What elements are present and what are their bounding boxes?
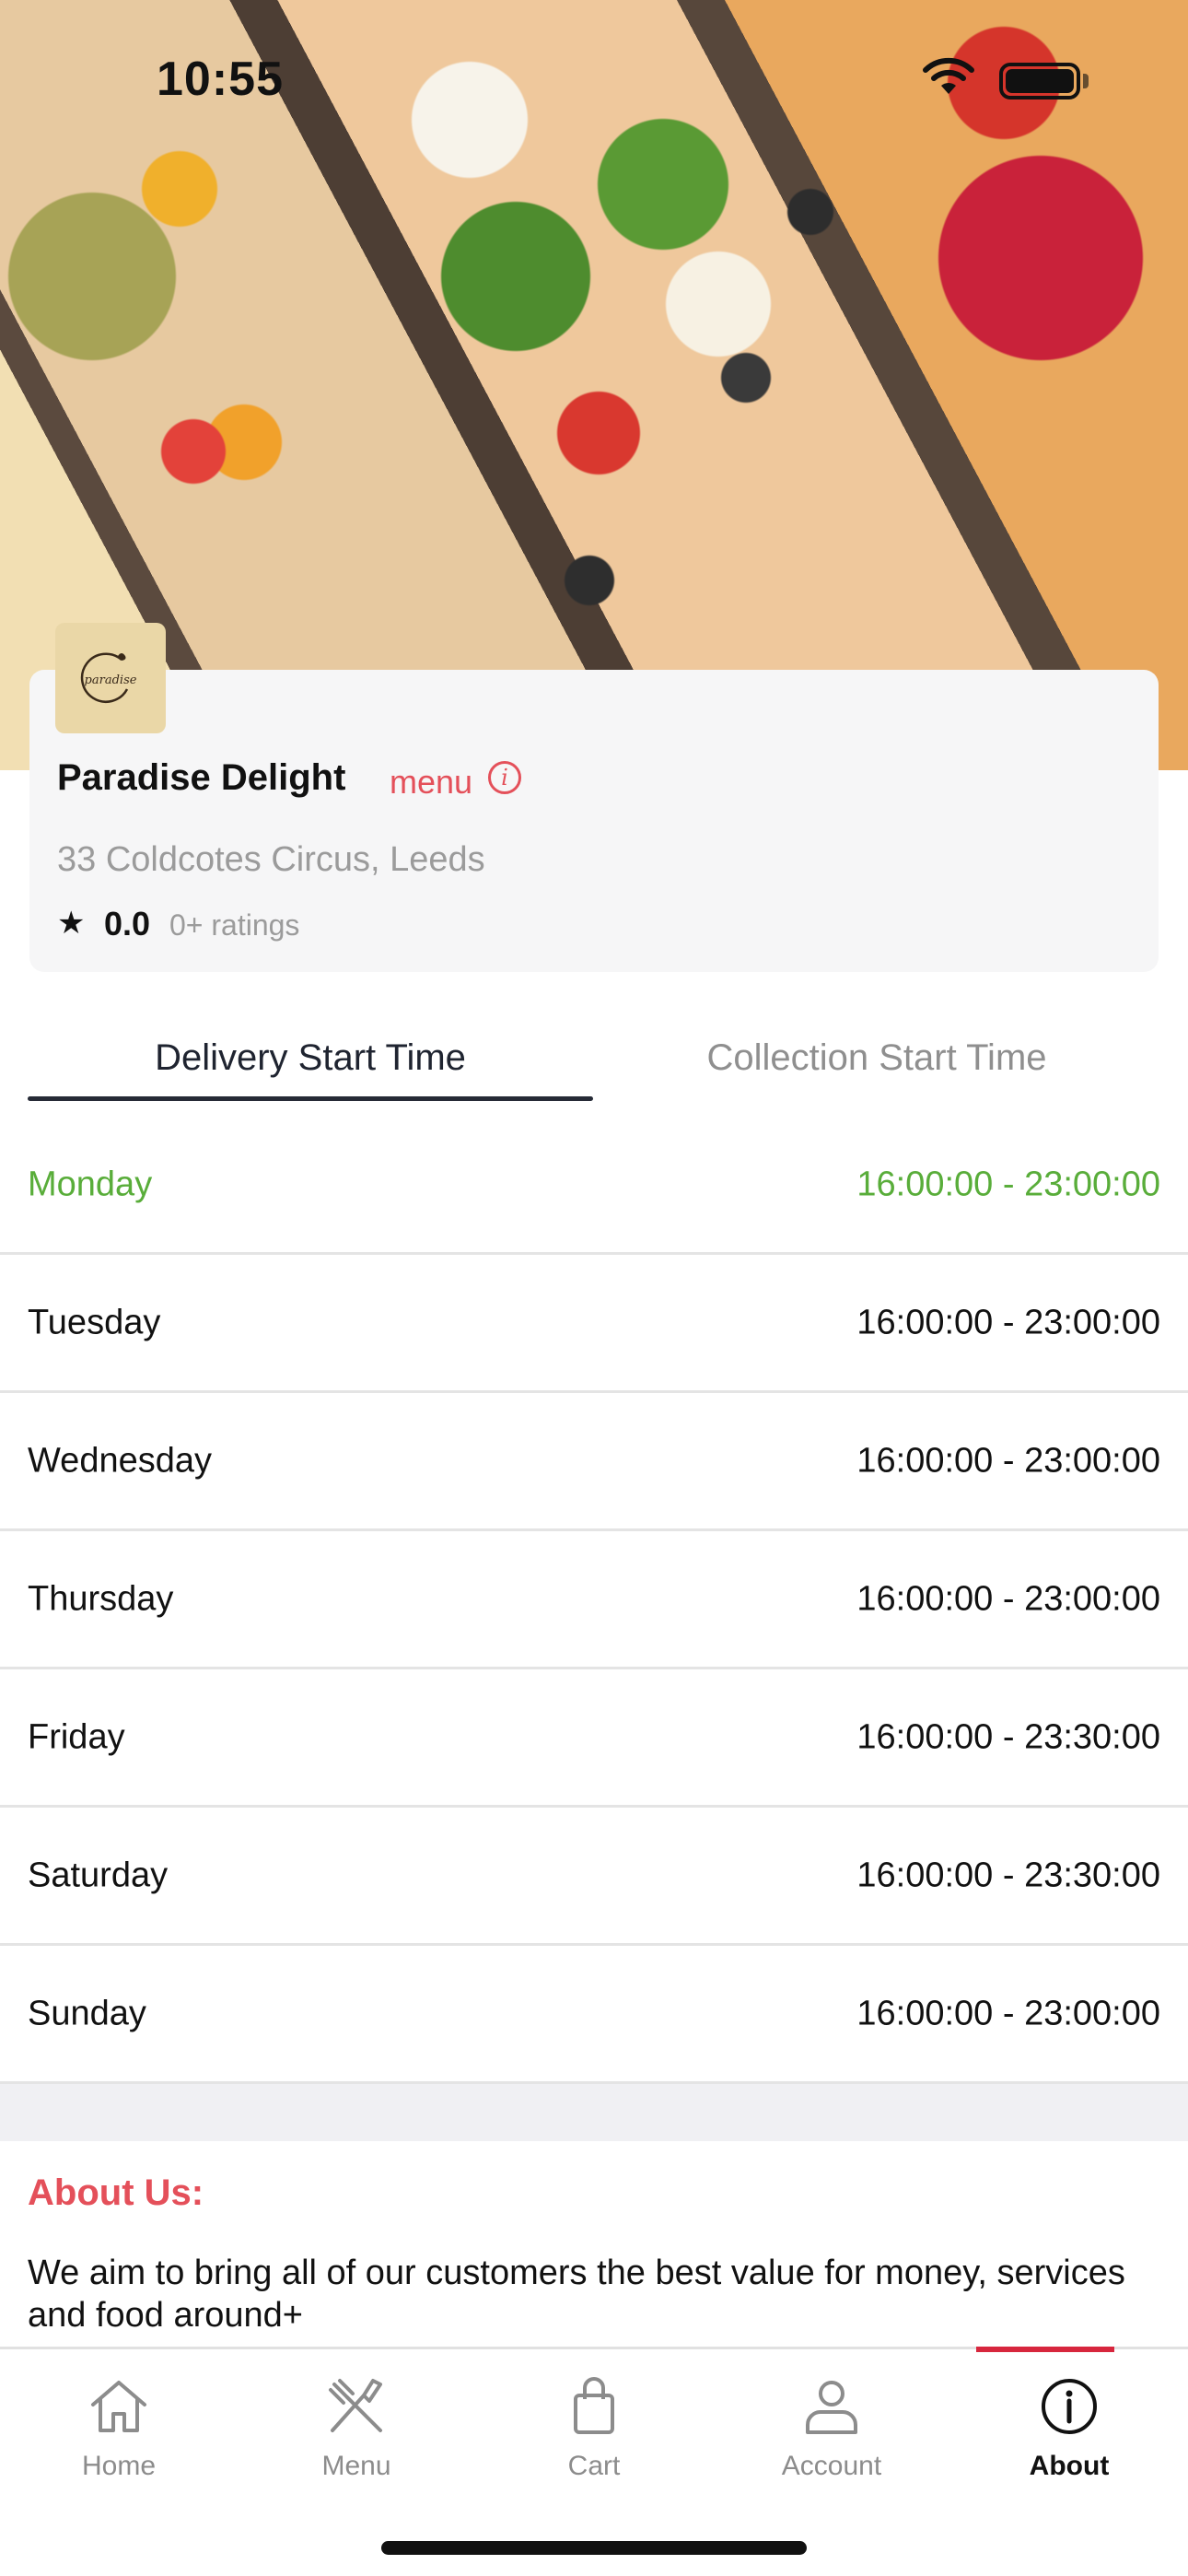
schedule-row-wednesday: Wednesday 16:00:00 - 23:00:00 bbox=[0, 1393, 1188, 1531]
battery-icon bbox=[999, 63, 1080, 100]
menu-link[interactable]: menu bbox=[390, 763, 472, 802]
schedule-row-tuesday: Tuesday 16:00:00 - 23:00:00 bbox=[0, 1255, 1188, 1393]
tab-delivery-start-time[interactable]: Delivery Start Time bbox=[28, 1037, 593, 1079]
day-hours: 16:00:00 - 23:00:00 bbox=[856, 1303, 1160, 1341]
day-hours: 16:00:00 - 23:30:00 bbox=[856, 1856, 1160, 1894]
nav-about[interactable]: About bbox=[950, 2347, 1188, 2497]
tab-collection-start-time[interactable]: Collection Start Time bbox=[594, 1037, 1159, 1079]
wifi-icon bbox=[923, 57, 974, 94]
restaurant-name: Paradise Delight bbox=[57, 757, 346, 798]
day-name: Sunday bbox=[28, 1994, 146, 2032]
nav-label: Menu bbox=[321, 2451, 391, 2481]
fork-knife-icon bbox=[329, 2379, 382, 2432]
schedule-row-monday: Monday 16:00:00 - 23:00:00 bbox=[0, 1117, 1188, 1255]
opening-hours-list: Monday 16:00:00 - 23:00:00 Tuesday 16:00… bbox=[0, 1117, 1188, 2084]
restaurant-address: 33 Coldcotes Circus, Leeds bbox=[57, 840, 485, 879]
rating-count: 0+ ratings bbox=[169, 908, 300, 942]
star-icon: ★ bbox=[57, 906, 86, 941]
status-time: 10:55 bbox=[157, 53, 284, 106]
nav-menu[interactable]: Menu bbox=[238, 2349, 475, 2497]
day-name: Monday bbox=[28, 1165, 153, 1203]
home-indicator[interactable] bbox=[381, 2541, 807, 2555]
nav-account[interactable]: Account bbox=[713, 2349, 950, 2497]
schedule-row-sunday: Sunday 16:00:00 - 23:00:00 bbox=[0, 1946, 1188, 2084]
info-icon[interactable]: i bbox=[488, 761, 521, 794]
day-hours: 16:00:00 - 23:30:00 bbox=[856, 1717, 1160, 1756]
restaurant-logo-mark: paradise bbox=[80, 652, 137, 703]
schedule-row-thursday: Thursday 16:00:00 - 23:00:00 bbox=[0, 1531, 1188, 1669]
day-name: Wednesday bbox=[28, 1441, 212, 1480]
home-icon bbox=[91, 2381, 146, 2432]
day-hours: 16:00:00 - 23:00:00 bbox=[856, 1165, 1160, 1203]
day-hours: 16:00:00 - 23:00:00 bbox=[856, 1994, 1160, 2032]
day-hours: 16:00:00 - 23:00:00 bbox=[856, 1441, 1160, 1480]
status-bar: 10:55 bbox=[0, 0, 1188, 138]
day-name: Friday bbox=[28, 1717, 125, 1756]
battery-cap bbox=[1083, 74, 1089, 88]
day-name: Tuesday bbox=[28, 1303, 161, 1341]
restaurant-logo: paradise bbox=[55, 623, 166, 733]
nav-label: Home bbox=[81, 2451, 157, 2481]
nav-label: Cart bbox=[567, 2451, 621, 2481]
nav-cart[interactable]: Cart bbox=[475, 2349, 713, 2497]
shopping-bag-icon bbox=[574, 2377, 614, 2434]
day-name: Thursday bbox=[28, 1579, 174, 1618]
rating-value: 0.0 bbox=[104, 905, 151, 943]
schedule-row-saturday: Saturday 16:00:00 - 23:30:00 bbox=[0, 1808, 1188, 1946]
info-icon bbox=[1042, 2379, 1097, 2434]
day-name: Saturday bbox=[28, 1856, 169, 1894]
day-hours: 16:00:00 - 23:00:00 bbox=[856, 1579, 1160, 1618]
nav-home[interactable]: Home bbox=[0, 2349, 238, 2497]
logo-wordmark: paradise bbox=[85, 673, 137, 687]
person-icon bbox=[806, 2381, 857, 2434]
active-tab-indicator bbox=[28, 1096, 593, 1101]
about-title: About Us: bbox=[28, 2172, 204, 2213]
section-divider bbox=[0, 2084, 1188, 2141]
about-text: We aim to bring all of our customers the… bbox=[28, 2254, 1125, 2335]
nav-label: Account bbox=[781, 2451, 882, 2481]
nav-label: About bbox=[1029, 2451, 1110, 2481]
schedule-row-friday: Friday 16:00:00 - 23:30:00 bbox=[0, 1669, 1188, 1808]
